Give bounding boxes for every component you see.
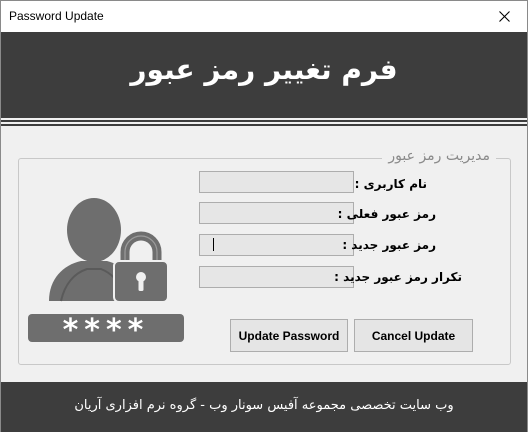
masked-password-display: **** <box>28 314 184 348</box>
username-label: نام کاربری : <box>354 177 427 191</box>
form-title: فرم تغییر رمز عبور <box>130 53 398 86</box>
current-password-input[interactable] <box>199 202 354 224</box>
user-lock-illustration <box>49 198 169 303</box>
group-legend: مدیریت رمز عبور <box>382 148 496 164</box>
title-bar: Password Update <box>1 1 527 32</box>
header-banner: فرم تغییر رمز عبور <box>1 32 527 118</box>
confirm-password-label: تکرار رمز عبور جدید : <box>334 270 462 284</box>
confirm-password-input[interactable] <box>199 266 354 288</box>
password-update-window: Password Update فرم تغییر رمز عبور مدیری… <box>0 0 528 432</box>
footer-bar: وب سایت تخصصی مجموعه آفیس سونار وب - گرو… <box>1 382 527 432</box>
new-password-label: رمز عبور جدید : <box>342 238 436 252</box>
header-divider-line <box>1 124 527 126</box>
footer-text: وب سایت تخصصی مجموعه آفیس سونار وب - گرو… <box>74 398 454 413</box>
update-password-button[interactable]: Update Password <box>230 319 348 352</box>
new-password-input[interactable] <box>199 234 354 256</box>
cancel-update-button[interactable]: Cancel Update <box>354 319 473 352</box>
text-caret <box>213 238 214 251</box>
current-password-label: رمز عبور فعلی : <box>337 207 436 221</box>
close-icon <box>498 11 510 22</box>
lock-icon <box>113 231 169 303</box>
username-input[interactable] <box>199 171 354 193</box>
close-button[interactable] <box>481 1 527 32</box>
window-title: Password Update <box>9 9 104 23</box>
header-divider-line <box>1 120 527 122</box>
